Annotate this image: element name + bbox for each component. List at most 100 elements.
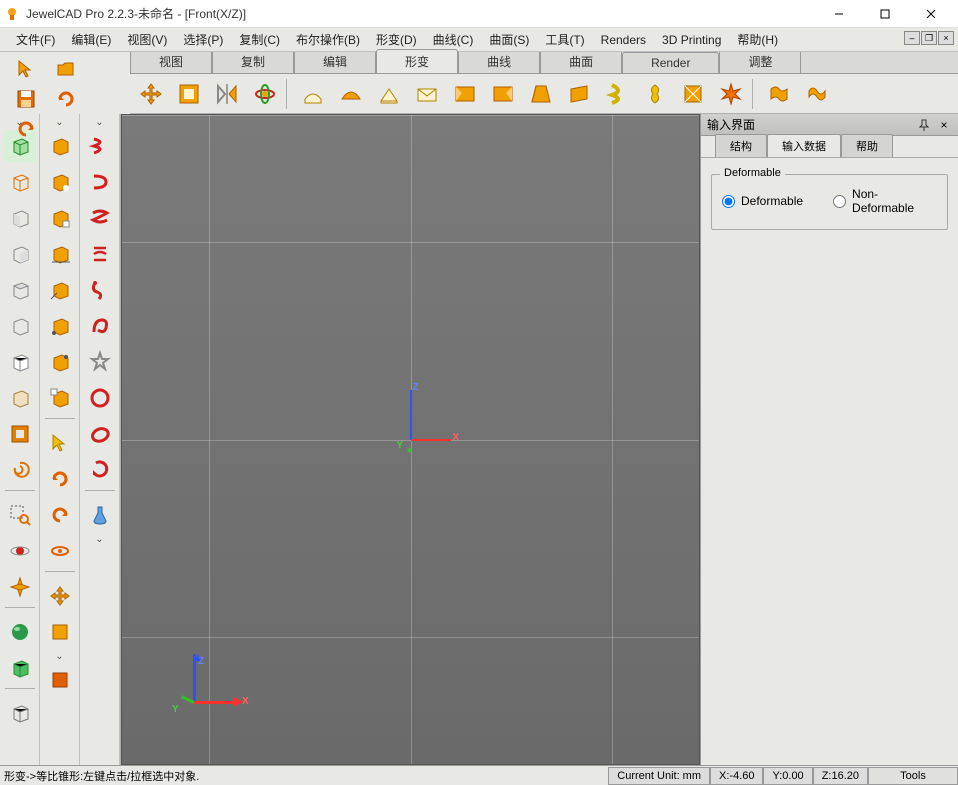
cube-iso1-icon[interactable] xyxy=(4,346,36,378)
expand-icon[interactable]: ⌄ xyxy=(85,116,115,128)
menu-copy[interactable]: 复制(C) xyxy=(231,28,288,51)
bevel2-icon[interactable] xyxy=(487,78,519,110)
orot3-icon[interactable] xyxy=(44,535,76,567)
flask-icon[interactable] xyxy=(84,499,116,531)
wedge-icon[interactable] xyxy=(373,78,405,110)
peanut-icon[interactable] xyxy=(639,78,671,110)
tab-deform[interactable]: 形变 xyxy=(376,49,458,73)
tab-editgrp[interactable]: 编辑 xyxy=(294,49,376,73)
mdi-close[interactable]: × xyxy=(938,31,954,45)
move-icon[interactable] xyxy=(135,78,167,110)
dome-icon[interactable] xyxy=(335,78,367,110)
oval-icon[interactable] xyxy=(84,418,116,450)
menu-tools[interactable]: 工具(T) xyxy=(537,28,592,51)
slab-icon[interactable] xyxy=(563,78,595,110)
more-icon[interactable]: ⌄ xyxy=(45,650,75,662)
obox4-icon[interactable] xyxy=(44,238,76,270)
tab-view[interactable]: 视图 xyxy=(130,49,212,73)
menu-3dprinting[interactable]: 3D Printing xyxy=(654,30,729,50)
obox5-icon[interactable] xyxy=(44,274,76,306)
cube-right-icon[interactable] xyxy=(4,238,36,270)
orot2-icon[interactable] xyxy=(44,499,76,531)
panel-tab-help[interactable]: 帮助 xyxy=(841,134,893,157)
snake5-icon[interactable] xyxy=(84,274,116,306)
menu-select[interactable]: 选择(P) xyxy=(175,28,231,51)
menu-surface[interactable]: 曲面(S) xyxy=(481,28,537,51)
panel-close-icon[interactable]: × xyxy=(936,117,952,133)
obox7-icon[interactable] xyxy=(44,346,76,378)
panel-tab-input[interactable]: 输入数据 xyxy=(767,134,841,157)
compass-icon[interactable] xyxy=(4,571,36,603)
radio-deformable[interactable]: Deformable xyxy=(722,194,803,208)
minimize-button[interactable] xyxy=(816,0,862,28)
patch-icon[interactable] xyxy=(677,78,709,110)
circle-icon[interactable] xyxy=(84,382,116,414)
snake3-icon[interactable] xyxy=(84,202,116,234)
envelope-icon[interactable] xyxy=(411,78,443,110)
obox3-icon[interactable] xyxy=(44,202,76,234)
maximize-button[interactable] xyxy=(862,0,908,28)
menu-boolean[interactable]: 布尔操作(B) xyxy=(288,28,368,51)
wave2-icon[interactable] xyxy=(801,78,833,110)
mirror-icon[interactable] xyxy=(211,78,243,110)
cube-bottom-icon[interactable] xyxy=(4,310,36,342)
cube-top-icon[interactable] xyxy=(4,274,36,306)
hook-icon[interactable] xyxy=(84,454,116,486)
bevel1-icon[interactable] xyxy=(449,78,481,110)
greencube-icon[interactable] xyxy=(4,652,36,684)
zoom-region-icon[interactable] xyxy=(4,499,36,531)
burst-icon[interactable] xyxy=(715,78,747,110)
menu-help[interactable]: 帮助(H) xyxy=(729,28,786,51)
viewport[interactable]: ● Z X Y ▲ ▶ Z X Y xyxy=(121,114,700,765)
tab-surface[interactable]: 曲面 xyxy=(540,49,622,73)
obox2-icon[interactable] xyxy=(44,166,76,198)
obox6-icon[interactable] xyxy=(44,310,76,342)
orot1-icon[interactable] xyxy=(44,463,76,495)
select-arrow-icon[interactable] xyxy=(44,427,76,459)
tab-copy[interactable]: 复制 xyxy=(212,49,294,73)
redo-tool[interactable] xyxy=(49,84,83,114)
open-tool[interactable] xyxy=(49,54,83,84)
save-tool[interactable] xyxy=(9,84,43,114)
orbit-icon[interactable] xyxy=(4,535,36,567)
undo-tool[interactable] xyxy=(9,114,43,144)
cube-iso2-icon[interactable] xyxy=(4,382,36,414)
scale-icon[interactable] xyxy=(173,78,205,110)
tab-render[interactable]: Render xyxy=(622,52,719,73)
radio-deformable-input[interactable] xyxy=(722,195,735,208)
omove-icon[interactable] xyxy=(44,580,76,612)
star-icon[interactable] xyxy=(84,346,116,378)
menu-edit[interactable]: 编辑(E) xyxy=(63,28,119,51)
status-tools-button[interactable]: Tools xyxy=(868,767,958,785)
radio-nondeformable-input[interactable] xyxy=(833,195,846,208)
wave1-icon[interactable] xyxy=(763,78,795,110)
pin-icon[interactable] xyxy=(916,117,932,133)
prism-icon[interactable] xyxy=(525,78,557,110)
menu-renders[interactable]: Renders xyxy=(593,30,654,50)
mdi-minimize[interactable]: – xyxy=(904,31,920,45)
snake4-icon[interactable] xyxy=(84,238,116,270)
pointer-tool[interactable] xyxy=(9,54,43,84)
cube-back-icon[interactable] xyxy=(4,166,36,198)
twist-icon[interactable] xyxy=(601,78,633,110)
menu-curve[interactable]: 曲线(C) xyxy=(425,28,482,51)
more-icon[interactable]: ⌄ xyxy=(85,533,115,545)
cube-left-icon[interactable] xyxy=(4,202,36,234)
tab-curve[interactable]: 曲线 xyxy=(458,49,540,73)
oring-icon[interactable] xyxy=(44,664,76,696)
obox8-icon[interactable] xyxy=(44,382,76,414)
mdi-restore[interactable]: ❐ xyxy=(921,31,937,45)
menu-file[interactable]: 文件(F) xyxy=(8,28,63,51)
close-button[interactable] xyxy=(908,0,954,28)
snake6-icon[interactable] xyxy=(84,310,116,342)
sphere-icon[interactable] xyxy=(4,616,36,648)
opatch-icon[interactable] xyxy=(44,616,76,648)
tab-adjust[interactable]: 调整 xyxy=(719,49,801,73)
frame-icon[interactable] xyxy=(4,418,36,450)
extrude-icon[interactable] xyxy=(297,78,329,110)
wirecube-icon[interactable] xyxy=(4,697,36,729)
radio-nondeformable[interactable]: Non-Deformable xyxy=(833,187,937,215)
snake1-icon[interactable] xyxy=(84,130,116,162)
menu-deform[interactable]: 形变(D) xyxy=(368,28,425,51)
expand-icon[interactable]: ⌄ xyxy=(45,116,75,128)
